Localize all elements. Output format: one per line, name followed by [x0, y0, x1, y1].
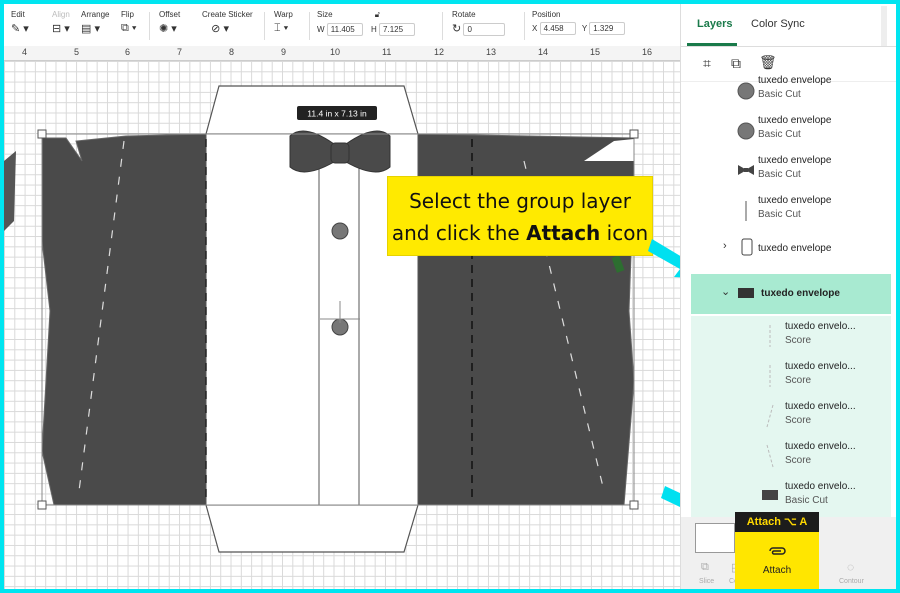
rotate-icon[interactable]: ↻: [452, 23, 461, 35]
left-jacket-panel[interactable]: [41, 133, 207, 506]
warp-tool[interactable]: Warp ⌶ ▾: [274, 10, 293, 35]
envelope-shape-icon: [738, 288, 754, 298]
rotate-input[interactable]: 0: [463, 23, 506, 36]
warp-icon: ⌶ ▾: [274, 22, 289, 34]
layer-group-selected[interactable]: ⌄ tuxedo envelope: [691, 274, 891, 314]
layer-item[interactable]: tuxedo envelope Basic Cut: [681, 70, 891, 110]
top-ruler: 4 5 6 7 8 9 10 11 12 13 14 15 16: [4, 46, 680, 61]
resize-handle[interactable]: [37, 129, 47, 139]
trash-icon[interactable]: 🗑︎: [759, 54, 777, 71]
resize-handle[interactable]: [37, 500, 47, 510]
blank-canvas-swatch[interactable]: [695, 523, 735, 553]
panel-scrollbar[interactable]: [881, 6, 887, 46]
edit-tool[interactable]: Edit ✎ ▾: [11, 10, 29, 35]
toolbar-divider: [149, 12, 150, 40]
bottom-flap[interactable]: [205, 504, 419, 553]
slice-icon[interactable]: ⧉: [701, 561, 709, 574]
panel-tabs: Layers Color Sync: [681, 4, 896, 47]
line-shape-icon: [745, 201, 747, 221]
tab-color-sync[interactable]: Color Sync: [751, 18, 805, 30]
app-window: Edit ✎ ▾ Align ⊟ ▾ Arrange ▤ ▾ Flip ⧉ ▾ …: [4, 4, 896, 589]
offset-icon: ✺ ▾: [159, 23, 177, 35]
rotate-group: Rotate ↻ 0: [452, 10, 506, 36]
score-line-icon: [769, 365, 771, 387]
layer-item[interactable]: tuxedo envelope Basic Cut: [681, 110, 891, 150]
y-input[interactable]: 1.329: [589, 22, 626, 35]
flip-icon: ⧉ ▾: [121, 22, 137, 34]
toolbar-divider: [442, 12, 443, 40]
design-canvas[interactable]: 11.4 in x 7.13 in: [4, 61, 680, 589]
score-line-icon: [769, 325, 771, 347]
arrange-icon: ▤ ▾: [81, 23, 100, 35]
attach-tooltip: Attach ⌥ A: [735, 512, 819, 532]
shirt-button[interactable]: [331, 222, 349, 240]
layer-item[interactable]: tuxedo envelo... Score: [681, 396, 891, 436]
layer-item[interactable]: tuxedo envelo... Basic Cut: [681, 476, 891, 516]
envelope-shape-icon: [762, 490, 778, 500]
layer-item[interactable]: tuxedo envelo... Score: [681, 316, 891, 356]
position-group: Position X 4.458 Y 1.329: [532, 10, 626, 35]
layer-item[interactable]: tuxedo envelo... Score: [681, 356, 891, 396]
pencil-icon: ✎ ▾: [11, 23, 29, 35]
align-icon: ⊟ ▾: [52, 23, 70, 35]
layer-item[interactable]: tuxedo envelope Basic Cut: [681, 190, 891, 230]
height-input[interactable]: 7.125: [379, 23, 416, 36]
layer-item[interactable]: tuxedo envelo... Score: [681, 436, 891, 476]
score-line-icon: [766, 444, 774, 468]
bowtie-shape-icon: [738, 165, 754, 175]
toolbar-divider: [264, 12, 265, 40]
layers-panel: Layers Color Sync ⌗ ⧉ 🗑︎ tuxedo envelope…: [680, 4, 896, 589]
edit-toolbar: Edit ✎ ▾ Align ⊟ ▾ Arrange ▤ ▾ Flip ⧉ ▾ …: [4, 4, 680, 47]
toolbar-divider: [309, 12, 310, 40]
arrange-tool[interactable]: Arrange ▤ ▾: [81, 10, 109, 35]
offset-tool[interactable]: Offset ✺ ▾: [159, 10, 180, 35]
flip-tool[interactable]: Flip ⧉ ▾: [121, 10, 137, 35]
circle-shape-icon: [737, 122, 755, 140]
align-tool[interactable]: Align ⊟ ▾: [52, 10, 70, 35]
tab-layers[interactable]: Layers: [697, 18, 732, 30]
width-input[interactable]: 11.405: [326, 23, 363, 36]
offcanvas-shape: [4, 151, 16, 231]
toolbar-divider: [524, 12, 525, 40]
active-tab-indicator: [687, 43, 737, 46]
chevron-down-icon[interactable]: ⌄: [721, 285, 730, 298]
size-group: Size 🔓︎ W 11.405 H 7.125: [317, 10, 416, 36]
chevron-right-icon[interactable]: ›: [723, 240, 727, 252]
phone-shape-icon: [741, 238, 753, 256]
sticker-icon: ⊘ ▾: [202, 23, 229, 35]
resize-handle[interactable]: [629, 129, 639, 139]
x-input[interactable]: 4.458: [539, 22, 576, 35]
paperclip-icon: [769, 547, 786, 555]
attach-button[interactable]: Attach: [735, 532, 819, 589]
resize-handle[interactable]: [629, 500, 639, 510]
layer-group-collapsed[interactable]: › tuxedo envelope: [681, 234, 891, 264]
create-sticker-tool[interactable]: Create Sticker ⊘ ▾: [202, 10, 253, 35]
tuxedo-envelope-design[interactable]: 11.4 in x 7.13 in: [4, 61, 680, 589]
size-tag: 11.4 in x 7.13 in: [307, 109, 367, 119]
instruction-callout: Select the group layer and click the Att…: [387, 176, 653, 256]
score-line-icon: [766, 404, 774, 428]
layer-item[interactable]: tuxedo envelope Basic Cut: [681, 150, 891, 190]
contour-icon[interactable]: ◌: [847, 560, 854, 574]
lock-icon[interactable]: 🔓︎: [375, 10, 380, 19]
circle-shape-icon: [737, 82, 755, 100]
